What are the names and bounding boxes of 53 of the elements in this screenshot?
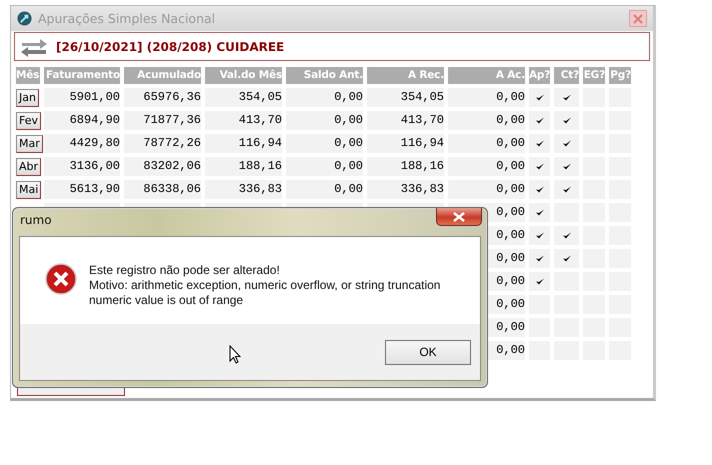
table-cell: 188,16 bbox=[205, 157, 282, 176]
column-header: Val.do Mês bbox=[205, 67, 282, 84]
table-cell: 0,00 bbox=[286, 134, 363, 153]
column-header: Faturamento bbox=[44, 67, 120, 84]
table-cell: 0,00 bbox=[448, 157, 525, 176]
table-cell: 354,05 bbox=[205, 88, 282, 107]
table-cell: 336,83 bbox=[205, 180, 282, 199]
table-cell: 116,94 bbox=[205, 134, 282, 153]
table-cell: 83202,06 bbox=[124, 157, 201, 176]
table-cell: 336,83 bbox=[367, 180, 444, 199]
header-text: [26/10/2021] (208/208) CUIDAREE bbox=[56, 40, 284, 54]
table-cell: 188,16 bbox=[367, 157, 444, 176]
column-header: Pg? bbox=[609, 67, 631, 84]
table-cell: 6894,90 bbox=[44, 111, 120, 130]
column-header: A Rec. bbox=[367, 67, 444, 84]
month-button[interactable]: Mar bbox=[16, 134, 43, 152]
ok-button[interactable]: OK bbox=[385, 340, 471, 364]
table-cell: 413,70 bbox=[205, 111, 282, 130]
table-cell: 0,00 bbox=[286, 180, 363, 199]
column-header: Mês bbox=[16, 67, 40, 84]
column-header: A Ac. bbox=[448, 67, 525, 84]
table-cell: 3136,00 bbox=[44, 157, 120, 176]
table-cell: 71877,36 bbox=[124, 111, 201, 130]
column-header: Ct? bbox=[554, 67, 579, 84]
month-button[interactable]: Mai bbox=[16, 180, 42, 198]
table-cell: 5901,00 bbox=[44, 88, 120, 107]
table-cell: 0,00 bbox=[448, 88, 525, 107]
table-cell: 0,00 bbox=[286, 88, 363, 107]
column-header: Saldo Ant. bbox=[286, 67, 363, 84]
table-cell: 0,00 bbox=[286, 157, 363, 176]
error-message: numeric value is out of range bbox=[89, 293, 244, 308]
table-cell: 413,70 bbox=[367, 111, 444, 130]
table-cell: 65976,36 bbox=[124, 88, 201, 107]
error-message: Motivo: arithmetic exception, numeric overflow, or string truncation bbox=[89, 278, 440, 293]
error-message: Este registro não pode ser alterado! bbox=[89, 263, 281, 278]
table-cell: 354,05 bbox=[367, 88, 444, 107]
month-button[interactable]: Abr bbox=[16, 158, 42, 176]
column-header: EG? bbox=[583, 67, 605, 84]
table-cell: 0,00 bbox=[448, 134, 525, 153]
table-cell: 86338,06 bbox=[124, 180, 201, 199]
column-header: Ap? bbox=[529, 67, 550, 84]
table-cell: 4429,80 bbox=[44, 134, 120, 153]
table-cell: 5613,90 bbox=[44, 180, 120, 199]
month-button[interactable]: Jan bbox=[16, 88, 39, 106]
table-cell: 0,00 bbox=[448, 111, 525, 130]
dialog-title: rumo bbox=[20, 213, 52, 227]
table-cell: 0,00 bbox=[286, 111, 363, 130]
table-cell: 116,94 bbox=[367, 134, 444, 153]
table-cell: 78772,26 bbox=[124, 134, 201, 153]
table-cell: 0,00 bbox=[448, 180, 525, 199]
column-header: Acumulado bbox=[124, 67, 201, 84]
window-title: Apurações Simples Nacional bbox=[38, 11, 216, 26]
month-button[interactable]: Fev bbox=[16, 112, 42, 130]
